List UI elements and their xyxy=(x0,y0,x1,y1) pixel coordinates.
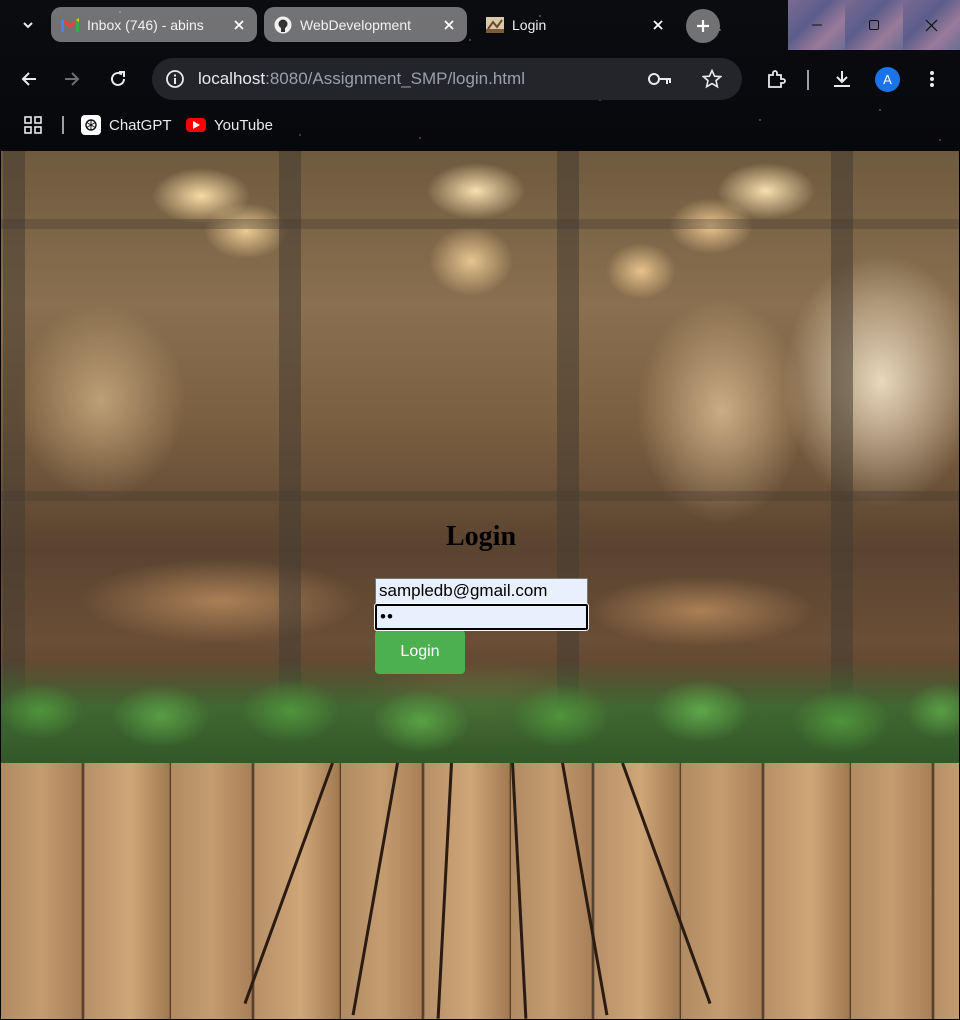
plank-seam xyxy=(561,762,609,1016)
minimize-icon xyxy=(811,24,822,26)
arrow-right-icon xyxy=(65,72,80,86)
login-button[interactable]: Login xyxy=(375,630,465,674)
chatgpt-icon xyxy=(81,115,101,135)
page-title: Login xyxy=(445,521,517,552)
password-field[interactable] xyxy=(374,603,589,631)
close-icon xyxy=(925,19,938,31)
chevron-down-icon xyxy=(23,22,33,29)
tab-strip: Inbox (746) - abins WebDevelopment Login xyxy=(0,0,960,50)
back-button[interactable] xyxy=(15,65,43,93)
gmail-icon xyxy=(61,16,79,34)
menu-button[interactable] xyxy=(918,65,946,93)
forward-button[interactable] xyxy=(58,65,86,93)
key-icon[interactable] xyxy=(648,68,672,90)
arrow-left-icon xyxy=(21,72,36,86)
tab-title: WebDevelopment xyxy=(300,16,412,33)
bookmark-star-icon[interactable] xyxy=(700,67,724,91)
email-field[interactable] xyxy=(375,578,588,604)
page-viewport: Login Login xyxy=(1,151,959,1019)
profile-avatar[interactable]: A xyxy=(875,67,900,92)
download-icon xyxy=(834,71,850,87)
tab-login[interactable]: Login xyxy=(476,7,676,42)
url-path: :8080/Assignment_SMP/login.html xyxy=(265,69,525,88)
reload-icon xyxy=(111,71,125,86)
tab-title: Login xyxy=(512,16,547,33)
puzzle-icon xyxy=(768,70,786,88)
minimize-button[interactable] xyxy=(788,0,846,50)
extensions-button[interactable] xyxy=(762,65,790,93)
bookmark-label: YouTube xyxy=(214,116,273,134)
site-info-icon[interactable] xyxy=(164,68,186,90)
github-icon xyxy=(274,16,292,34)
more-vert-icon xyxy=(930,71,934,87)
maximize-button[interactable] xyxy=(845,0,903,50)
close-icon[interactable] xyxy=(441,17,457,33)
window-frame xyxy=(1,219,959,229)
close-icon[interactable] xyxy=(650,17,666,33)
downloads-button[interactable] xyxy=(828,65,856,93)
plants-row xyxy=(1,661,959,763)
youtube-icon xyxy=(186,118,206,132)
reload-button[interactable] xyxy=(104,65,132,93)
plank-seam xyxy=(243,762,334,1005)
bookmark-youtube[interactable]: YouTube xyxy=(186,113,273,137)
toolbar: localhost:8080/Assignment_SMP/login.html… xyxy=(0,50,960,108)
bookmark-label: ChatGPT xyxy=(109,116,172,134)
plank-seam xyxy=(436,762,453,1019)
tab-search-button[interactable] xyxy=(14,11,42,39)
apps-grid-icon[interactable] xyxy=(22,114,44,136)
window-frame xyxy=(1,491,959,501)
maximize-icon xyxy=(868,20,879,30)
page-icon xyxy=(486,16,504,34)
url-text: localhost:8080/Assignment_SMP/login.html xyxy=(198,69,525,89)
tab-webdevelopment[interactable]: WebDevelopment xyxy=(264,7,467,42)
window-controls xyxy=(788,0,960,50)
browser-chrome: Inbox (746) - abins WebDevelopment Login xyxy=(0,0,960,151)
bookmarks-divider xyxy=(62,116,64,134)
plus-icon xyxy=(697,20,709,32)
url-host: localhost xyxy=(198,69,266,88)
wooden-tabletop xyxy=(1,762,959,1019)
bookmarks-bar: ChatGPT YouTube xyxy=(0,108,960,144)
plank-seam xyxy=(621,762,712,1005)
plank-seam xyxy=(351,762,399,1016)
address-bar[interactable]: localhost:8080/Assignment_SMP/login.html xyxy=(152,58,742,100)
bookmark-chatgpt[interactable]: ChatGPT xyxy=(81,113,172,137)
close-window-button[interactable] xyxy=(902,0,960,50)
toolbar-divider xyxy=(807,70,809,90)
login-form: Login xyxy=(374,578,589,674)
tab-gmail[interactable]: Inbox (746) - abins xyxy=(51,7,257,42)
new-tab-button[interactable] xyxy=(686,9,720,43)
close-icon[interactable] xyxy=(231,17,247,33)
tab-title: Inbox (746) - abins xyxy=(87,16,204,33)
plank-seam xyxy=(511,762,528,1019)
